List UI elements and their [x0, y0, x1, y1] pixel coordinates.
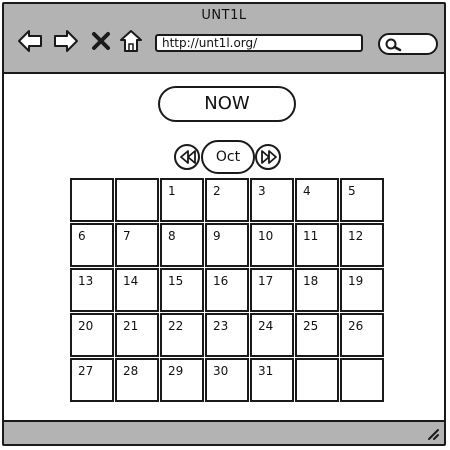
calendar-day-number: 23	[213, 319, 229, 333]
calendar-day-2[interactable]: 2	[205, 178, 249, 222]
calendar-day-number: 26	[348, 319, 364, 333]
calendar-day-26[interactable]: 26	[340, 313, 384, 357]
window-title: UNT1L	[201, 8, 247, 23]
calendar-day-6[interactable]: 6	[70, 223, 114, 267]
calendar-day-30[interactable]: 30	[205, 358, 249, 402]
calendar-day-number: 27	[78, 364, 94, 378]
calendar-day-9[interactable]: 9	[205, 223, 249, 267]
calendar-day-28[interactable]: 28	[115, 358, 159, 402]
calendar-day-number: 14	[123, 274, 139, 288]
calendar-day-number: 15	[168, 274, 184, 288]
calendar-day-number: 12	[348, 229, 364, 243]
calendar-day-number: 13	[78, 274, 94, 288]
calendar-day-number: 21	[123, 319, 139, 333]
calendar-day-number: 8	[168, 229, 176, 243]
calendar-day-25[interactable]: 25	[295, 313, 339, 357]
calendar-day-number: 25	[303, 319, 319, 333]
close-x-icon	[92, 32, 110, 50]
rewind-icon	[180, 150, 196, 164]
calendar-day-number: 31	[258, 364, 274, 378]
calendar-empty-cell	[115, 178, 159, 222]
calendar-day-4[interactable]: 4	[295, 178, 339, 222]
calendar-day-number: 3	[258, 184, 266, 198]
browser-window: UNT1L http://unt1l.org/ NOW Oct 1 2 3 4 …	[2, 2, 446, 446]
calendar-day-3[interactable]: 3	[250, 178, 294, 222]
calendar-day-1[interactable]: 1	[160, 178, 204, 222]
calendar-day-17[interactable]: 17	[250, 268, 294, 312]
home-icon	[120, 30, 142, 52]
month-label: Oct	[201, 140, 255, 174]
calendar-day-16[interactable]: 16	[205, 268, 249, 312]
calendar-day-19[interactable]: 19	[340, 268, 384, 312]
calendar-day-15[interactable]: 15	[160, 268, 204, 312]
calendar-day-number: 2	[213, 184, 221, 198]
calendar-day-7[interactable]: 7	[115, 223, 159, 267]
calendar-day-20[interactable]: 20	[70, 313, 114, 357]
calendar-day-8[interactable]: 8	[160, 223, 204, 267]
status-bar	[4, 420, 444, 444]
calendar-day-number: 5	[348, 184, 356, 198]
calendar-day-number: 24	[258, 319, 274, 333]
back-button[interactable]	[16, 28, 44, 54]
calendar-day-14[interactable]: 14	[115, 268, 159, 312]
home-button[interactable]	[118, 28, 144, 54]
calendar-day-21[interactable]: 21	[115, 313, 159, 357]
calendar-day-number: 1	[168, 184, 176, 198]
calendar-day-number: 29	[168, 364, 184, 378]
next-month-button[interactable]	[255, 144, 281, 170]
browser-toolbar: UNT1L http://unt1l.org/	[4, 4, 444, 74]
resize-grip-icon[interactable]	[426, 427, 440, 441]
calendar-day-number: 16	[213, 274, 229, 288]
calendar-day-number: 6	[78, 229, 86, 243]
calendar-grid: 1 2 3 4 5 6 7 8 9 10 11 12 13 14 15 16 17 18 19 20 21 22 23 24 2…	[70, 178, 384, 402]
calendar-day-number: 11	[303, 229, 319, 243]
stop-button[interactable]	[90, 28, 112, 54]
calendar-day-23[interactable]: 23	[205, 313, 249, 357]
calendar-empty-cell	[340, 358, 384, 402]
calendar-day-number: 30	[213, 364, 229, 378]
calendar-day-31[interactable]: 31	[250, 358, 294, 402]
calendar-day-number: 19	[348, 274, 364, 288]
calendar-day-12[interactable]: 12	[340, 223, 384, 267]
calendar-day-number: 9	[213, 229, 221, 243]
now-button[interactable]: NOW	[158, 86, 296, 122]
forward-button[interactable]	[52, 28, 80, 54]
search-field[interactable]	[378, 33, 438, 55]
fast-forward-icon	[261, 150, 277, 164]
previous-month-button[interactable]	[174, 144, 200, 170]
calendar-day-13[interactable]: 13	[70, 268, 114, 312]
calendar-empty-cell	[70, 178, 114, 222]
calendar-day-5[interactable]: 5	[340, 178, 384, 222]
calendar-day-number: 20	[78, 319, 94, 333]
calendar-day-number: 7	[123, 229, 131, 243]
calendar-day-27[interactable]: 27	[70, 358, 114, 402]
calendar-empty-cell	[295, 358, 339, 402]
url-input[interactable]: http://unt1l.org/	[155, 34, 363, 52]
calendar-day-number: 10	[258, 229, 274, 243]
calendar-day-22[interactable]: 22	[160, 313, 204, 357]
calendar-day-29[interactable]: 29	[160, 358, 204, 402]
calendar-day-10[interactable]: 10	[250, 223, 294, 267]
calendar-day-11[interactable]: 11	[295, 223, 339, 267]
forward-arrow-icon	[54, 30, 78, 52]
calendar-day-24[interactable]: 24	[250, 313, 294, 357]
calendar-day-number: 17	[258, 274, 274, 288]
calendar-day-18[interactable]: 18	[295, 268, 339, 312]
calendar-day-number: 18	[303, 274, 319, 288]
search-icon	[385, 38, 402, 52]
back-arrow-icon	[18, 30, 42, 52]
calendar-day-number: 22	[168, 319, 184, 333]
calendar-day-number: 4	[303, 184, 311, 198]
calendar-day-number: 28	[123, 364, 139, 378]
